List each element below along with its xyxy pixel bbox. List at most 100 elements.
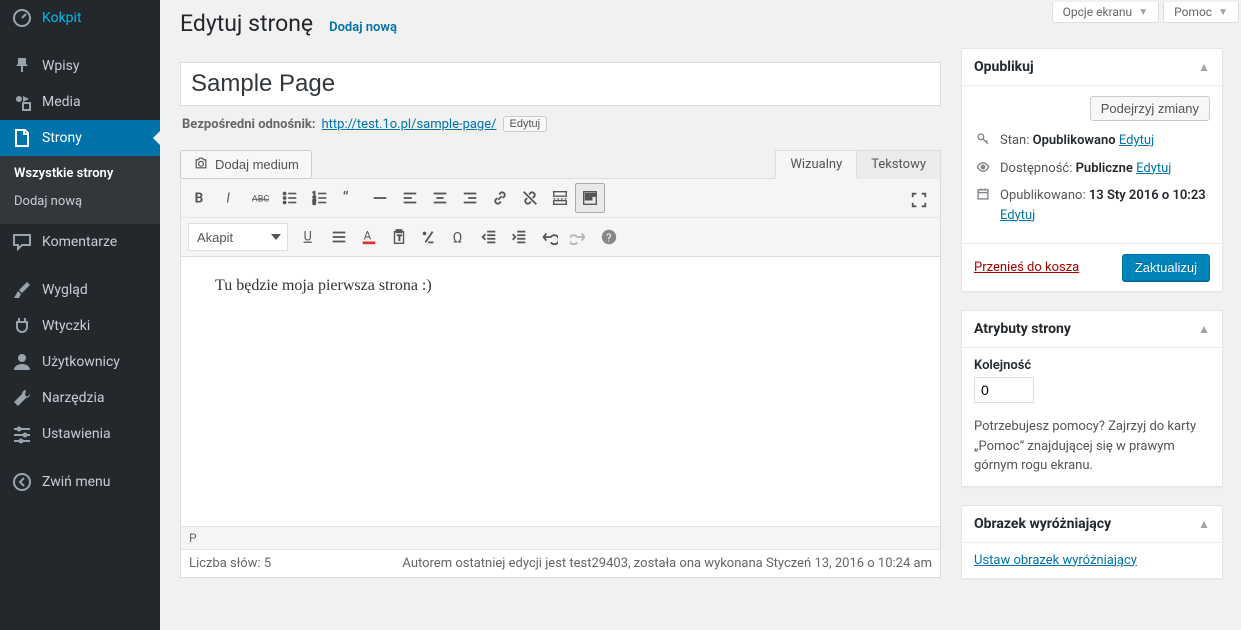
sidebar-item-label: Narzędzia	[42, 389, 104, 407]
publish-box-header[interactable]: Opublikuj ▲	[962, 49, 1222, 86]
editor-content-area[interactable]: Tu będzie moja pierwsza strona :)	[181, 257, 940, 526]
tab-text[interactable]: Tekstowy	[856, 150, 941, 179]
text-color-button[interactable]: A	[354, 222, 384, 252]
update-button[interactable]: Zaktualizuj	[1122, 254, 1210, 281]
sidebar-item-appearance[interactable]: Wygląd	[0, 272, 160, 308]
svg-text:Ω: Ω	[453, 229, 463, 246]
preview-button[interactable]: Podejrzyj zmiany	[1090, 96, 1210, 121]
sidebar-item-dashboard[interactable]: Kokpit	[0, 0, 160, 36]
plug-icon	[12, 316, 32, 336]
gauge-icon	[12, 8, 32, 28]
date-edit-link[interactable]: Edytuj	[1000, 208, 1035, 223]
sidebar-item-collapse[interactable]: Zwiń menu	[0, 464, 160, 500]
toolbar-toggle-button[interactable]	[575, 183, 605, 213]
published-value: 13 Sty 2016 o 10:23	[1089, 188, 1206, 203]
page-icon	[12, 128, 32, 148]
fullscreen-button[interactable]	[904, 185, 934, 215]
attributes-box: Atrybuty strony ▲ Kolejność Potrzebujesz…	[961, 310, 1223, 487]
blockquote-button[interactable]: “	[335, 183, 365, 213]
sidebar-item-label: Komentarze	[42, 233, 117, 251]
sidebar-item-plugins[interactable]: Wtyczki	[0, 308, 160, 344]
clear-format-button[interactable]	[414, 222, 444, 252]
align-right-button[interactable]	[455, 183, 485, 213]
sidebar-submenu: Wszystkie strony Dodaj nową	[0, 156, 160, 224]
attributes-help-text: Potrzebujesz pomocy? Zajrzyj do karty „P…	[974, 417, 1210, 476]
paste-text-button[interactable]: T	[384, 222, 414, 252]
sidebar-subitem-add-new[interactable]: Dodaj nową	[0, 188, 160, 216]
camera-icon	[193, 155, 209, 174]
element-path[interactable]: P	[181, 526, 940, 549]
word-count-label: Liczba słów:	[189, 556, 261, 571]
publish-box: Opublikuj ▲ Podejrzyj zmiany Stan: Opubl…	[961, 48, 1223, 292]
ol-button[interactable]: 123	[305, 183, 335, 213]
svg-text:A: A	[364, 229, 372, 243]
align-center-button[interactable]	[425, 183, 455, 213]
sidebar-item-comments[interactable]: Komentarze	[0, 224, 160, 260]
sidebar-item-label: Zwiń menu	[42, 473, 110, 491]
visibility-label: Dostępność:	[1000, 161, 1072, 176]
admin-sidebar: Kokpit Wpisy Media Strony Wszystkie stro…	[0, 0, 160, 630]
permalink-slug: sample-page/	[416, 117, 496, 132]
bold-button[interactable]: B	[185, 183, 215, 213]
sidebar-item-label: Wtyczki	[42, 317, 90, 335]
editor-box: B I ABC 123 “ Akapit U	[180, 178, 941, 578]
screen-options-button[interactable]: Opcje ekranu ▼	[1052, 2, 1159, 23]
permalink-edit-button[interactable]: Edytuj	[503, 116, 548, 132]
set-featured-image-link[interactable]: Ustaw obrazek wyróżniający	[974, 553, 1137, 568]
visibility-edit-link[interactable]: Edytuj	[1136, 161, 1171, 176]
align-left-button[interactable]	[395, 183, 425, 213]
post-title-input[interactable]	[180, 62, 941, 106]
sidebar-item-label: Ustawienia	[42, 425, 111, 443]
editor-toolbar-1: B I ABC 123 “	[181, 179, 940, 218]
format-select[interactable]: Akapit	[188, 223, 288, 251]
sidebar-item-label: Wygląd	[42, 281, 88, 299]
svg-text:ABC: ABC	[252, 195, 269, 205]
permalink-row: Bezpośredni odnośnik: http://test.1o.pl/…	[180, 106, 941, 138]
help-icon-button[interactable]: ?	[594, 222, 624, 252]
tab-visual[interactable]: Wizualny	[775, 150, 857, 179]
underline-button[interactable]: U	[294, 222, 324, 252]
featured-image-header[interactable]: Obrazek wyróżniający ▲	[962, 506, 1222, 543]
media-icon	[12, 92, 32, 112]
sidebar-item-label: Wpisy	[42, 57, 80, 75]
svg-text:“: “	[343, 189, 349, 207]
special-char-button[interactable]: Ω	[444, 222, 474, 252]
order-input[interactable]	[974, 377, 1034, 403]
status-edit-link[interactable]: Edytuj	[1119, 133, 1154, 148]
add-new-link[interactable]: Dodaj nową	[329, 13, 397, 42]
permalink-link[interactable]: http://test.1o.pl/sample-page/	[322, 117, 497, 132]
trash-link[interactable]: Przenieś do kosza	[974, 260, 1079, 275]
pin-icon	[12, 56, 32, 76]
italic-button[interactable]: I	[215, 183, 245, 213]
strike-button[interactable]: ABC	[245, 183, 275, 213]
svg-text:3: 3	[313, 200, 316, 206]
side-column: Opublikuj ▲ Podejrzyj zmiany Stan: Opubl…	[961, 0, 1241, 630]
user-icon	[12, 352, 32, 372]
sidebar-item-users[interactable]: Użytkownicy	[0, 344, 160, 380]
sidebar-item-pages[interactable]: Strony	[0, 120, 160, 156]
last-edited: Autorem ostatniej edycji jest test29403,…	[402, 556, 932, 571]
screen-meta-links: Opcje ekranu ▼ Pomoc ▼	[1052, 2, 1239, 23]
unlink-button[interactable]	[515, 183, 545, 213]
sidebar-item-settings[interactable]: Ustawienia	[0, 416, 160, 452]
editor-paragraph: Tu będzie moja pierwsza strona :)	[215, 277, 906, 295]
help-button[interactable]: Pomoc ▼	[1163, 2, 1239, 23]
help-label: Pomoc	[1174, 5, 1212, 19]
ul-button[interactable]	[275, 183, 305, 213]
wrench-icon	[12, 388, 32, 408]
sidebar-item-media[interactable]: Media	[0, 84, 160, 120]
status-label: Stan:	[1000, 133, 1029, 148]
sidebar-item-tools[interactable]: Narzędzia	[0, 380, 160, 416]
add-media-button[interactable]: Dodaj medium	[180, 150, 312, 179]
sidebar-item-posts[interactable]: Wpisy	[0, 48, 160, 84]
outdent-button[interactable]	[474, 222, 504, 252]
indent-button[interactable]	[504, 222, 534, 252]
link-button[interactable]	[485, 183, 515, 213]
undo-button[interactable]	[534, 222, 564, 252]
redo-button[interactable]	[564, 222, 594, 252]
more-button[interactable]	[545, 183, 575, 213]
sidebar-subitem-all-pages[interactable]: Wszystkie strony	[0, 160, 160, 188]
attributes-box-header[interactable]: Atrybuty strony ▲	[962, 311, 1222, 348]
hr-button[interactable]	[365, 183, 395, 213]
justify-button[interactable]	[324, 222, 354, 252]
